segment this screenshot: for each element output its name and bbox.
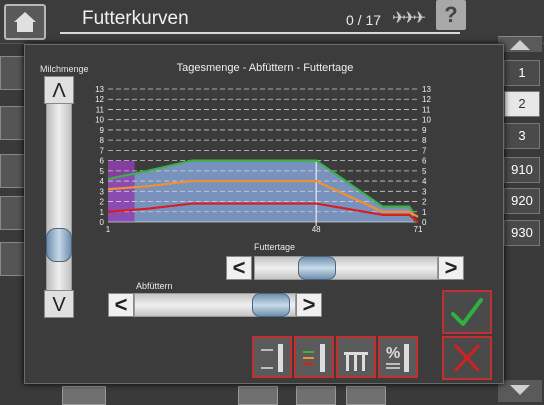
confirm-button[interactable]	[442, 290, 492, 334]
curve-item-1[interactable]: 1	[504, 60, 540, 86]
bottom-toolbar-button[interactable]	[296, 386, 336, 405]
y-tick-label-right: 11	[422, 105, 431, 114]
record-counter: 0 / 17	[346, 12, 382, 28]
y-tick-label-right: 7	[422, 146, 427, 155]
wean-off-right-button[interactable]: >	[296, 293, 322, 317]
curve-item-910[interactable]: 910	[504, 157, 540, 183]
x-tick-label: 71	[414, 225, 423, 234]
help-button[interactable]: ?	[436, 0, 466, 30]
left-nav-button[interactable]	[0, 106, 26, 140]
bottom-toolbar-button[interactable]	[238, 386, 278, 405]
checkmark-icon	[451, 298, 483, 326]
y-tick-label: 5	[100, 167, 105, 176]
wean-off-slider-thumb[interactable]	[252, 293, 290, 317]
y-tick-label-right: 12	[422, 95, 431, 104]
y-tick-label-right: 5	[422, 167, 427, 176]
milk-down-button[interactable]: V	[44, 290, 74, 318]
y-tick-label-right: 4	[422, 177, 427, 186]
feed-days-slider-thumb[interactable]	[298, 256, 336, 280]
y-tick-label: 6	[100, 157, 105, 166]
y-tick-label-right: 2	[422, 198, 427, 207]
y-tick-label: 11	[96, 105, 105, 114]
colored-lines-icon	[303, 344, 325, 372]
mode-components-button[interactable]	[294, 336, 334, 378]
single-bar-icon	[261, 344, 283, 372]
chart-title: Tagesmenge - Abfüttern - Futtertage	[176, 62, 354, 74]
home-icon	[14, 12, 36, 32]
y-tick-label: 8	[100, 136, 105, 145]
curve-item-2[interactable]: 2	[504, 91, 540, 117]
feeder-columns-icon	[344, 352, 368, 371]
feed-days-label: Futtertage	[254, 242, 296, 252]
milk-up-button[interactable]: Λ	[44, 76, 74, 104]
y-tick-label: 13	[95, 85, 104, 94]
feed-days-right-button[interactable]: >	[438, 256, 464, 280]
y-tick-label-right: 6	[422, 157, 427, 166]
home-button[interactable]	[4, 4, 46, 40]
left-nav-button[interactable]	[0, 242, 26, 276]
mode-feeders-button[interactable]	[336, 336, 376, 378]
bottom-toolbar-button[interactable]	[346, 386, 386, 405]
svg-text:%: %	[386, 345, 400, 362]
y-tick-label: 4	[100, 177, 105, 186]
wean-off-label: Abfüttern	[136, 281, 173, 291]
cancel-button[interactable]	[442, 336, 492, 380]
y-tick-label-right: 1	[422, 208, 427, 217]
y-tick-label: 10	[95, 116, 104, 125]
scroll-down-button[interactable]	[498, 380, 542, 402]
milk-amount-label: Milchmenge	[40, 64, 89, 74]
y-tick-label: 3	[100, 187, 105, 196]
curve-item-3[interactable]: 3	[504, 123, 540, 149]
bottom-toolbar-button[interactable]	[62, 386, 106, 405]
percent-icon: %	[386, 344, 409, 372]
wean-off-left-button[interactable]: <	[108, 293, 134, 317]
left-nav-button[interactable]	[0, 196, 26, 230]
y-tick-label: 9	[100, 126, 105, 135]
y-tick-label: 0	[100, 218, 105, 227]
feed-days-slider[interactable]	[254, 256, 438, 280]
cow-group-icon: ✈✈✈	[392, 10, 426, 27]
scroll-up-button[interactable]	[498, 36, 542, 52]
feed-curve-chart: 0 01 12 23 34 45 56 67 78 89 910 1011 1112 1213 131 48 7…	[95, 85, 431, 234]
y-tick-label: 12	[95, 95, 104, 104]
y-tick-label-right: 8	[422, 136, 427, 145]
x-tick-label: 1	[106, 225, 111, 234]
curve-item-930[interactable]: 930	[504, 220, 540, 246]
mode-percent-button[interactable]: %	[378, 336, 418, 378]
close-icon	[454, 344, 480, 372]
y-tick-label-right: 10	[422, 116, 431, 125]
title-underline	[60, 32, 460, 34]
y-tick-label-right: 0	[422, 218, 427, 227]
left-nav-button[interactable]	[0, 154, 26, 188]
page-title: Futterkurven	[82, 8, 189, 29]
y-tick-label-right: 13	[422, 85, 431, 94]
milk-amount-slider[interactable]	[46, 78, 72, 318]
y-tick-label: 1	[100, 208, 105, 217]
milk-slider-thumb[interactable]	[46, 228, 72, 262]
curve-item-920[interactable]: 920	[504, 188, 540, 214]
y-tick-label-right: 9	[422, 126, 427, 135]
y-tick-label: 7	[100, 146, 105, 155]
mode-total-amount-button[interactable]	[252, 336, 292, 378]
feed-days-left-button[interactable]: <	[226, 256, 252, 280]
y-tick-label: 2	[100, 198, 105, 207]
x-tick-label: 48	[312, 225, 321, 234]
left-nav-button[interactable]	[0, 56, 26, 90]
y-tick-label-right: 3	[422, 187, 427, 196]
